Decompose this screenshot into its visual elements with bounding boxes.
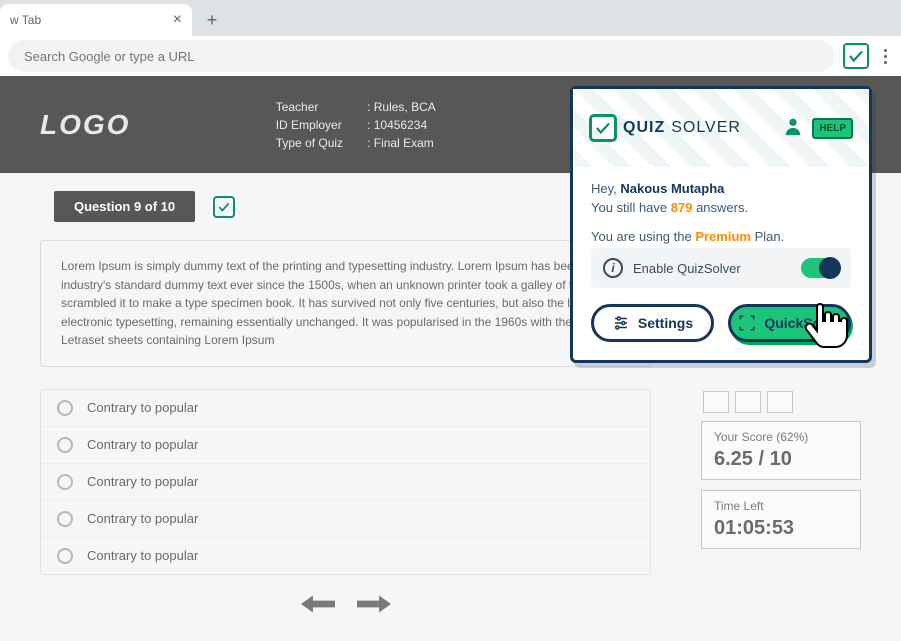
user-icon[interactable] xyxy=(782,115,804,142)
answers-remaining: You still have 879 answers. xyxy=(591,200,851,215)
prev-question-button[interactable] xyxy=(300,593,336,615)
check-icon xyxy=(589,114,617,142)
option-label: Contrary to popular xyxy=(87,437,198,452)
sliders-icon xyxy=(612,314,630,332)
answer-option[interactable]: Contrary to popular xyxy=(41,464,650,501)
plan-line: You are using the Premium Plan. xyxy=(591,229,851,244)
question-grid[interactable] xyxy=(701,391,861,413)
site-logo: Logo xyxy=(40,109,130,141)
browser-menu-icon[interactable] xyxy=(877,43,893,69)
help-button[interactable]: HELP xyxy=(812,118,853,139)
timer-panel: Time Left 01:05:53 xyxy=(701,490,861,549)
question-text: Lorem Ipsum is simply dummy text of the … xyxy=(40,240,651,367)
quiz-meta: Teacher ID Employer Type of Quiz Rules, … xyxy=(276,100,436,150)
tab-title: w Tab xyxy=(10,13,41,27)
browser-tab[interactable]: w Tab × xyxy=(0,4,192,36)
user-name: Nakous Mutapha xyxy=(620,181,724,196)
brand-word-2: SOLVER xyxy=(671,119,741,137)
answers-count: 879 xyxy=(671,200,693,215)
quizsolver-extension-icon[interactable] xyxy=(843,43,869,69)
option-label: Contrary to popular xyxy=(87,548,198,563)
settings-button[interactable]: Settings xyxy=(591,304,714,342)
answer-options: Contrary to popular Contrary to popular … xyxy=(40,389,651,575)
meta-label-type: Type of Quiz xyxy=(276,136,343,150)
radio-icon xyxy=(57,511,73,527)
option-label: Contrary to popular xyxy=(87,511,198,526)
address-bar[interactable] xyxy=(8,40,835,72)
meta-value-teacher: Rules, BCA xyxy=(367,100,436,114)
radio-icon xyxy=(57,474,73,490)
greeting-line: Hey, Nakous Mutapha xyxy=(591,181,851,196)
meta-label-id-employer: ID Employer xyxy=(276,118,343,132)
info-icon[interactable]: i xyxy=(603,258,623,278)
brand-word-1: QUIZ xyxy=(623,119,665,137)
timer-value: 01:05:53 xyxy=(714,517,848,540)
timer-label: Time Left xyxy=(714,499,848,513)
plan-name: Premium xyxy=(695,229,751,244)
meta-value-id-employer: 10456234 xyxy=(367,118,436,132)
enable-label: Enable QuizSolver xyxy=(633,261,791,276)
option-label: Contrary to popular xyxy=(87,474,198,489)
new-tab-button[interactable]: + xyxy=(198,6,226,34)
popup-header: QUIZ SOLVER HELP xyxy=(573,89,869,167)
meta-label-teacher: Teacher xyxy=(276,100,343,114)
score-value: 6.25 / 10 xyxy=(714,448,848,471)
close-icon[interactable]: × xyxy=(173,11,182,29)
popup-logo: QUIZ SOLVER xyxy=(589,114,741,142)
radio-icon xyxy=(57,437,73,453)
scan-icon xyxy=(738,314,756,332)
radio-icon xyxy=(57,548,73,564)
score-panel: Your Score (62%) 6.25 / 10 xyxy=(701,421,861,480)
option-label: Contrary to popular xyxy=(87,400,198,415)
enable-toggle-row: i Enable QuizSolver xyxy=(591,248,851,288)
meta-value-type: Final Exam xyxy=(367,136,436,150)
answer-option[interactable]: Contrary to popular xyxy=(41,390,650,427)
question-checked-icon xyxy=(213,196,235,218)
pointer-cursor-icon xyxy=(800,300,850,361)
next-question-button[interactable] xyxy=(356,593,392,615)
answer-option[interactable]: Contrary to popular xyxy=(41,501,650,538)
radio-icon xyxy=(57,400,73,416)
browser-toolbar xyxy=(0,36,901,76)
answer-option[interactable]: Contrary to popular xyxy=(41,538,650,574)
score-label: Your Score (62%) xyxy=(714,430,848,444)
settings-label: Settings xyxy=(638,315,693,331)
enable-toggle[interactable] xyxy=(801,258,839,278)
browser-tab-strip: w Tab × + xyxy=(0,0,901,36)
answer-option[interactable]: Contrary to popular xyxy=(41,427,650,464)
question-counter-badge: Question 9 of 10 xyxy=(54,191,195,222)
